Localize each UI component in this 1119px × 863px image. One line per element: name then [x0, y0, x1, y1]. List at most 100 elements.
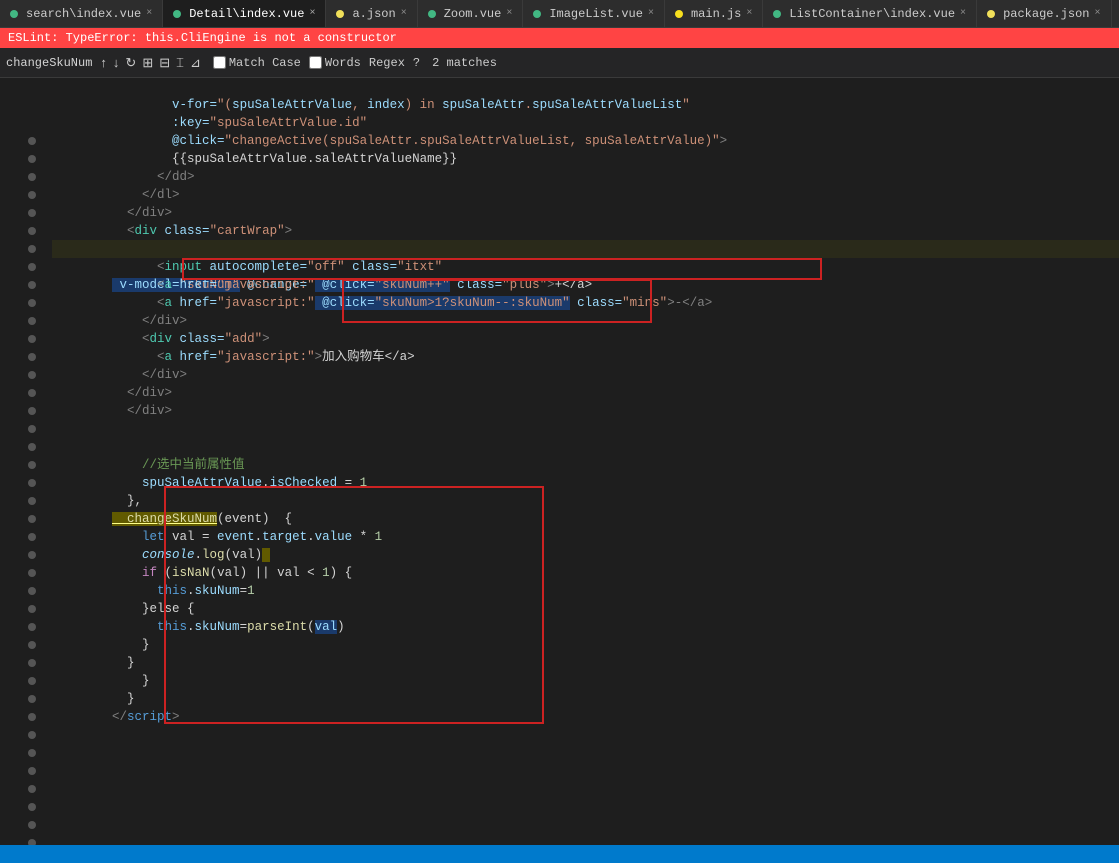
gutter-line	[0, 618, 36, 636]
gutter-line	[0, 708, 36, 726]
nav-filter-button[interactable]: ⊞	[140, 55, 155, 71]
gutter-line	[0, 546, 36, 564]
code-line-click2: <a href="javascript:" @click="skuNum>1?s…	[52, 276, 1119, 294]
nav-minus-button[interactable]: ⊟	[157, 55, 172, 71]
breakpoint-dot	[28, 713, 36, 721]
code-line: //选中当前属性值	[52, 438, 1119, 456]
code-line: <div class="add">	[52, 312, 1119, 330]
breakpoint-dot	[28, 245, 36, 253]
breakpoint-dot	[28, 785, 36, 793]
tab-close[interactable]: ×	[1094, 8, 1100, 19]
gutter-line	[0, 402, 36, 420]
tab-label: main.js	[691, 7, 741, 21]
breakpoint-dot	[28, 137, 36, 145]
gutter-line	[0, 384, 36, 402]
breakpoint-dot	[28, 803, 36, 811]
regex-option[interactable]: Regex	[369, 56, 405, 70]
code-line-changeSkuNum: changeSkuNum(event) {	[52, 492, 1119, 510]
match-case-checkbox[interactable]	[213, 56, 226, 69]
tab-dot	[10, 10, 18, 18]
words-option[interactable]: Words	[309, 56, 361, 70]
match-case-option[interactable]: Match Case	[213, 56, 301, 70]
gutter-line	[0, 438, 36, 456]
tab-imagelist-vue[interactable]: ImageList.vue ×	[523, 0, 665, 28]
tab-dot	[428, 10, 436, 18]
gutter-line	[0, 456, 36, 474]
gutter-line	[0, 564, 36, 582]
tab-label: package.json	[1003, 7, 1089, 21]
tab-close[interactable]: ×	[146, 8, 152, 19]
tab-dot	[533, 10, 541, 18]
code-editor[interactable]: v-for="(spuSaleAttrValue, index) in spuS…	[44, 78, 1119, 845]
code-line: spuSaleAttrValue.isChecked = 1	[52, 456, 1119, 474]
code-line: </div>	[52, 348, 1119, 366]
gutter-line	[0, 168, 36, 186]
breakpoint-dot	[28, 551, 36, 559]
words-label: Words	[325, 56, 361, 70]
tab-listcontainer[interactable]: ListContainer\index.vue ×	[763, 0, 977, 28]
tab-close[interactable]: ×	[309, 8, 315, 19]
tab-close[interactable]: ×	[648, 8, 654, 19]
tab-a-json[interactable]: a.json ×	[326, 0, 417, 28]
gutter-line	[0, 366, 36, 384]
code-line: }	[52, 654, 1119, 672]
gutter-line	[0, 204, 36, 222]
breakpoint-dot	[28, 227, 36, 235]
tab-label: Detail\index.vue	[189, 7, 304, 21]
tab-dot	[173, 10, 181, 18]
tab-label: a.json	[352, 7, 395, 21]
gutter-line	[0, 258, 36, 276]
gutter-line	[0, 186, 36, 204]
gutter-line	[0, 762, 36, 780]
tab-zoom-vue[interactable]: Zoom.vue ×	[418, 0, 524, 28]
code-line: },	[52, 474, 1119, 492]
code-line: if (isNaN(val) || val < 1) {	[52, 546, 1119, 564]
code-line: <div class="controls">	[52, 222, 1119, 240]
error-bar: ESLint: TypeError: this.CliEngine is not…	[0, 28, 1119, 48]
tab-index-js[interactable]: index.js ×	[1112, 0, 1119, 28]
tab-dot	[675, 10, 683, 18]
gutter-line	[0, 492, 36, 510]
code-line: @click="changeActive(spuSaleAttr.spuSale…	[52, 114, 1119, 132]
words-checkbox[interactable]	[309, 56, 322, 69]
tab-package-json[interactable]: package.json ×	[977, 0, 1111, 28]
code-line: </script>	[52, 690, 1119, 708]
code-line: </div>	[52, 186, 1119, 204]
nav-special-button[interactable]: ⌶	[174, 55, 186, 71]
code-line-click1: <a href="javascript:" @click="skuNum++" …	[52, 258, 1119, 276]
breakpoint-dot	[28, 281, 36, 289]
tab-dot	[336, 10, 344, 18]
tab-label: ImageList.vue	[549, 7, 643, 21]
help-icon[interactable]: ?	[413, 56, 420, 70]
tab-label: ListContainer\index.vue	[789, 7, 955, 21]
breakpoint-dot	[28, 173, 36, 181]
nav-up-button[interactable]: ↑	[98, 55, 109, 71]
error-text: ESLint: TypeError: this.CliEngine is not…	[8, 31, 397, 45]
tab-label: Zoom.vue	[444, 7, 502, 21]
breakpoint-dot	[28, 569, 36, 577]
nav-refresh-button[interactable]: ↻	[123, 55, 138, 71]
tab-detail-index[interactable]: Detail\index.vue ×	[163, 0, 326, 28]
code-line: }	[52, 672, 1119, 690]
breakpoint-dot	[28, 623, 36, 631]
breakpoint-dot	[28, 425, 36, 433]
gutter-line	[0, 276, 36, 294]
breakpoint-dot	[28, 371, 36, 379]
nav-funnel-button[interactable]: ⊿	[188, 55, 203, 71]
tab-close[interactable]: ×	[960, 8, 966, 19]
breakpoint-dot	[28, 695, 36, 703]
tab-close[interactable]: ×	[746, 8, 752, 19]
code-line	[52, 420, 1119, 438]
tab-close[interactable]: ×	[506, 8, 512, 19]
search-options: Match Case Words Regex ?	[213, 56, 420, 70]
tab-main-js[interactable]: main.js ×	[665, 0, 763, 28]
nav-down-button[interactable]: ↓	[111, 55, 122, 71]
match-count: 2 matches	[432, 56, 497, 70]
tab-close[interactable]: ×	[401, 8, 407, 19]
breakpoint-dot	[28, 335, 36, 343]
code-line: </dd>	[52, 150, 1119, 168]
tab-search-index[interactable]: search\index.vue ×	[0, 0, 163, 28]
gutter-line	[0, 294, 36, 312]
code-line: this.skuNum=parseInt(val)	[52, 600, 1119, 618]
breakpoint-dot	[28, 497, 36, 505]
